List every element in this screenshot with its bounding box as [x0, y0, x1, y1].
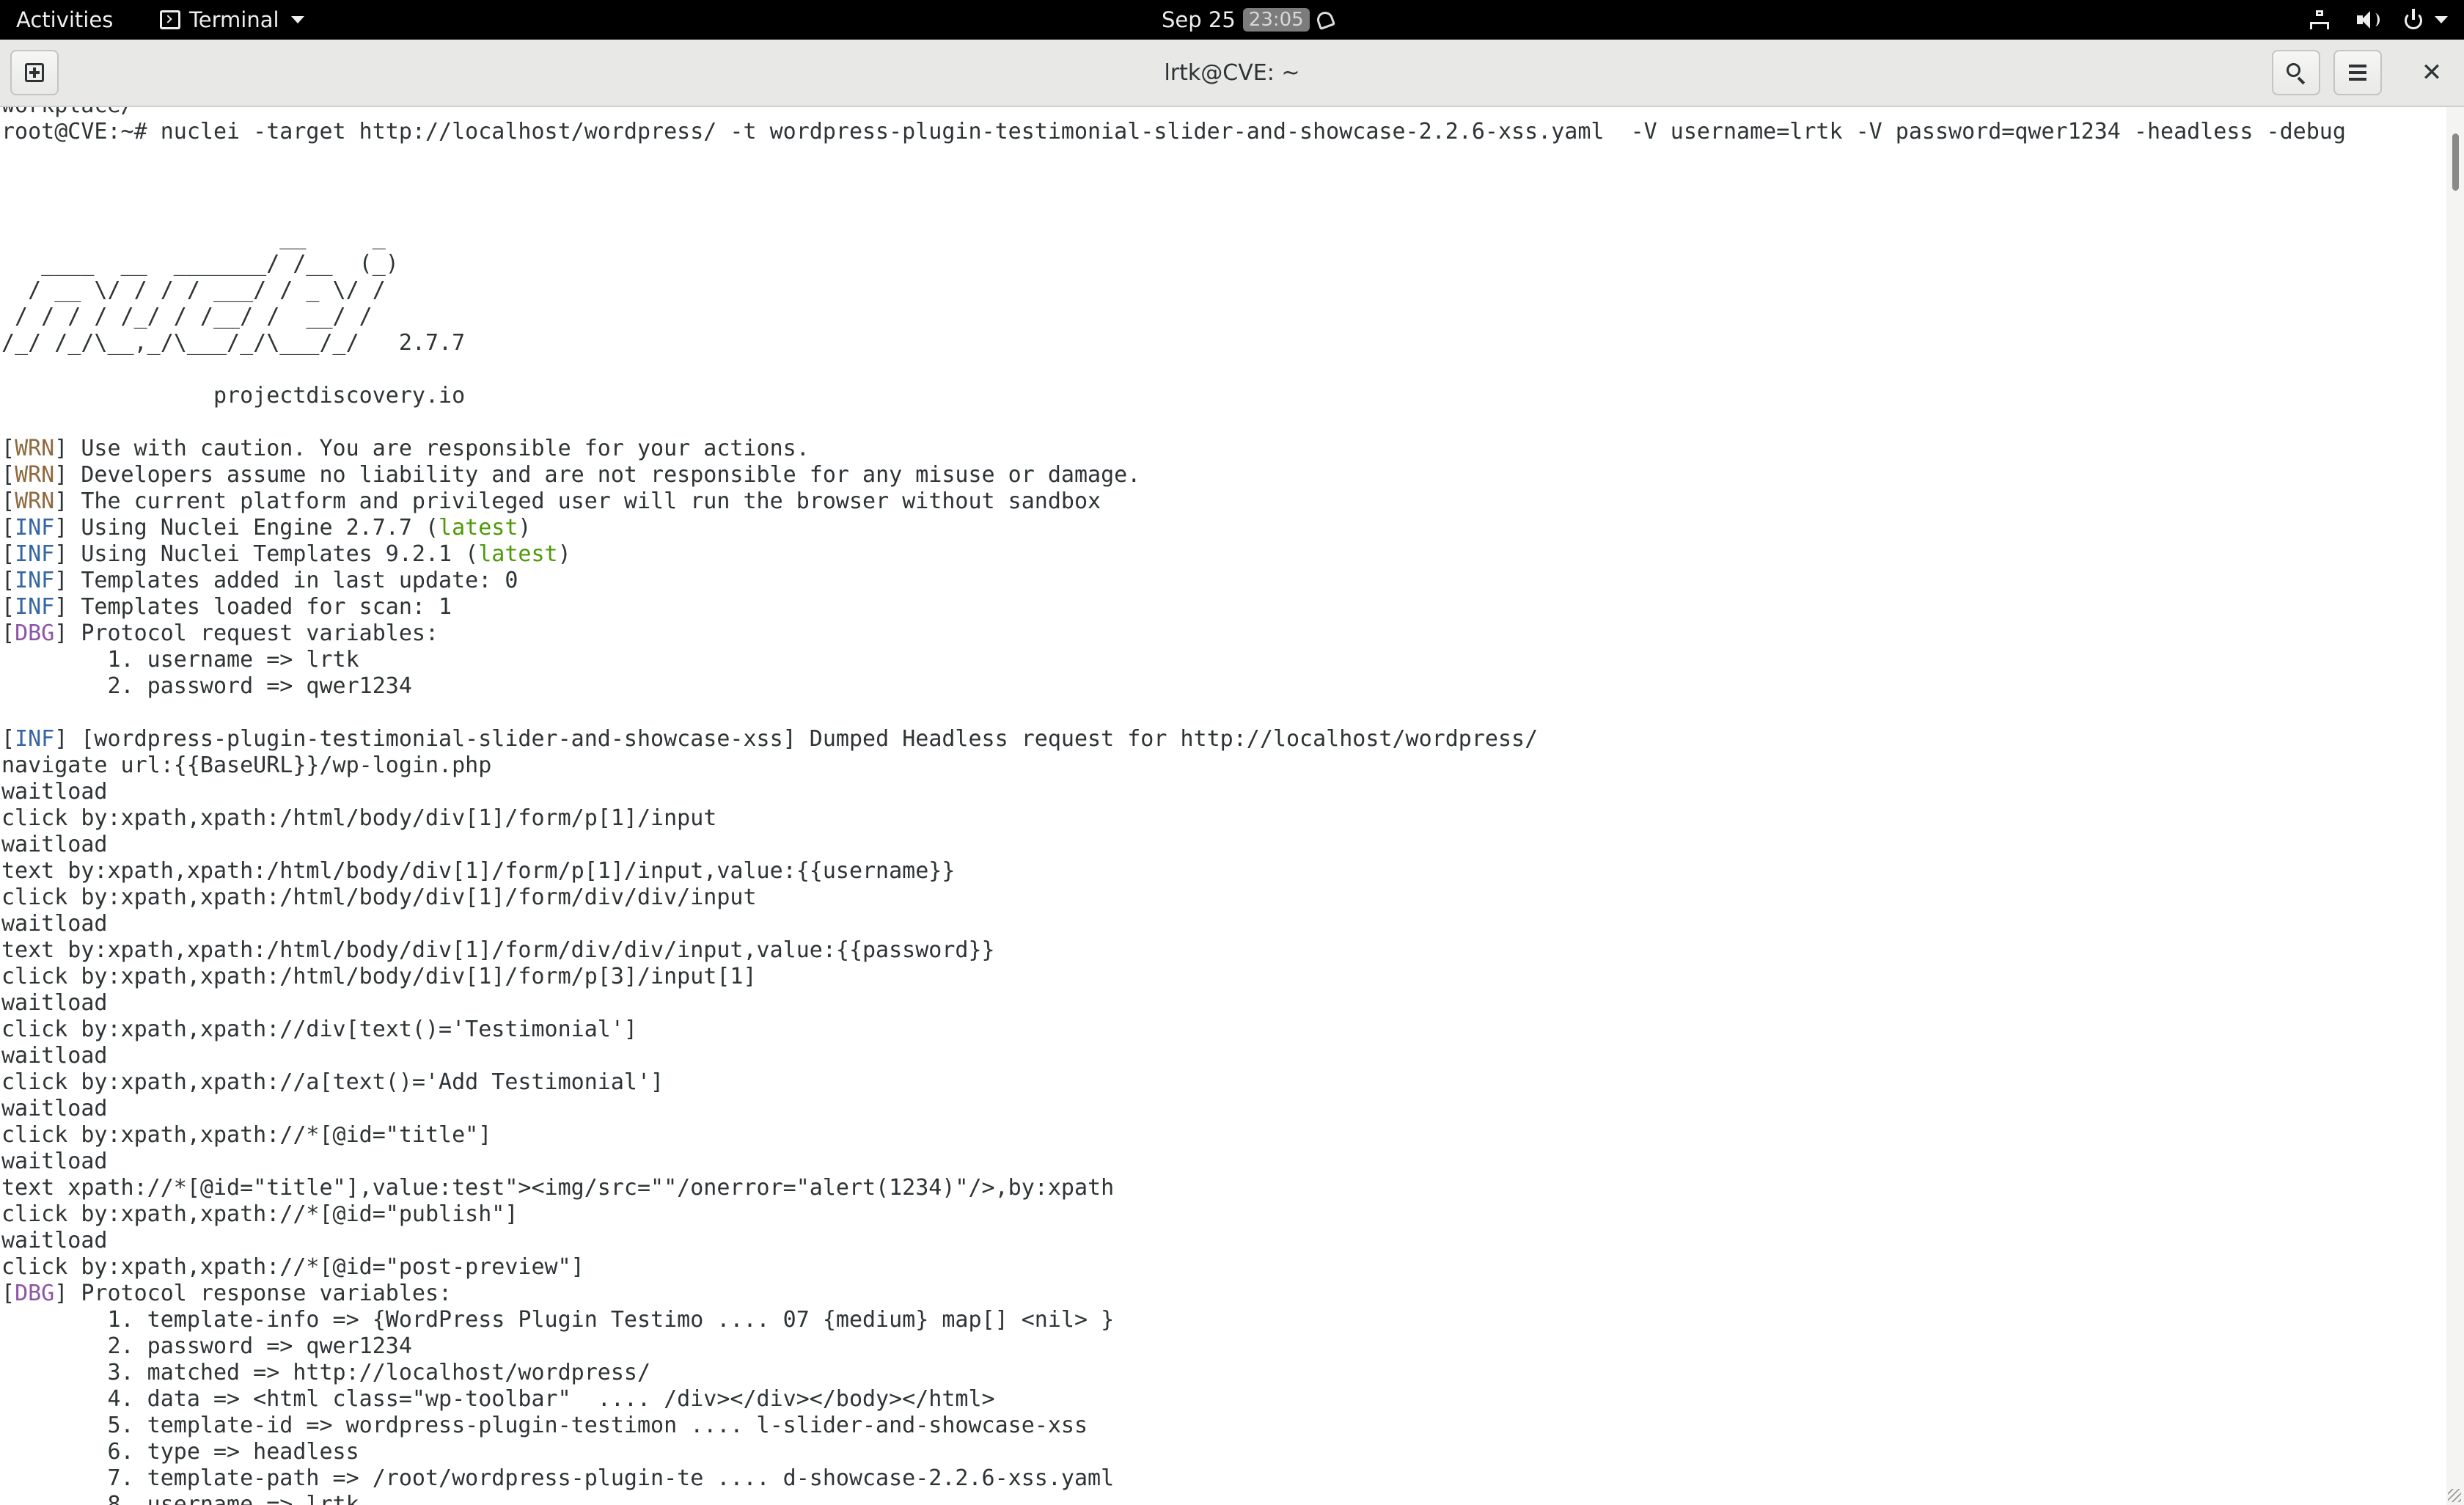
system-status-menu[interactable] — [2309, 0, 2448, 40]
version-status: latest — [439, 515, 518, 541]
command-line: root@CVE:~# nuclei -target http://localh… — [1, 119, 2346, 144]
log-level-tag: INF — [15, 726, 55, 752]
response-variable: 1. template-info => {WordPress Plugin Te… — [1, 1307, 1115, 1333]
log-line: [INF] Templates added in last update: 0 — [1, 568, 518, 593]
response-variable: 3. matched => http://localhost/wordpress… — [1, 1360, 651, 1385]
notification-bell-icon — [1314, 9, 1335, 31]
log-line: [WRN] Developers assume no liability and… — [1, 462, 1141, 488]
terminal-text: workplace/root@CVE:~# nuclei -target htt… — [1, 107, 2346, 1505]
new-tab-icon — [25, 63, 44, 82]
chevron-down-icon — [290, 16, 304, 23]
response-variable: 4. data => <html class="wp-toolbar" ....… — [1, 1386, 995, 1412]
banner-line: / __ \/ / / / ___/ / _ \/ / — [1, 277, 386, 303]
clock-date: Sep 25 — [1162, 7, 1236, 32]
banner-site: projectdiscovery.io — [1, 383, 466, 409]
log-line: [WRN] The current platform and privilege… — [1, 488, 1101, 514]
terminal-headerbar: lrtk@CVE: ~ ✕ — [0, 40, 2464, 107]
banner-line: __ _ — [1, 224, 386, 250]
menu-button[interactable] — [2333, 50, 2382, 95]
headless-action: text xpath://*[@id="title"],value:test">… — [1, 1175, 1115, 1201]
log-line: [DBG] Protocol request variables: — [1, 620, 439, 646]
log-level-tag: WRN — [15, 488, 55, 514]
headless-action: click by:xpath,xpath:/html/body/div[1]/f… — [1, 885, 757, 910]
app-menu-button[interactable]: Terminal — [160, 0, 304, 40]
log-level-tag: INF — [15, 515, 55, 541]
log-level-tag: INF — [15, 594, 55, 620]
headless-action: waitload — [1, 1149, 108, 1174]
headless-action: waitload — [1, 1043, 108, 1069]
headless-action: waitload — [1, 1096, 108, 1121]
chevron-down-icon — [2435, 16, 2448, 23]
log-level-tag: DBG — [15, 620, 55, 646]
terminal-output[interactable]: workplace/root@CVE:~# nuclei -target htt… — [0, 107, 2446, 1505]
headless-action: click by:xpath,xpath://*[@id="post-previ… — [1, 1254, 584, 1280]
log-level-tag: WRN — [15, 436, 55, 461]
log-level-tag: INF — [15, 541, 55, 567]
response-variable: 5. template-id => wordpress-plugin-testi… — [1, 1413, 1088, 1438]
log-line: [INF] Templates loaded for scan: 1 — [1, 594, 452, 620]
scrollbar-thumb[interactable] — [2452, 133, 2459, 191]
headless-action: waitload — [1, 832, 108, 857]
log-level-tag: INF — [15, 568, 55, 593]
search-button[interactable] — [2272, 50, 2320, 95]
headless-action: click by:xpath,xpath://*[@id="publish"] — [1, 1201, 518, 1227]
log-line: [WRN] Use with caution. You are responsi… — [1, 436, 810, 461]
response-variable: 7. template-path => /root/wordpress-plug… — [1, 1465, 1115, 1491]
search-icon — [2287, 63, 2306, 82]
banner-line: ____ __ _______/ /__ (_) — [1, 251, 399, 277]
network-icon — [2309, 9, 2331, 31]
headless-action: click by:xpath,xpath://*[@id="title"] — [1, 1122, 492, 1148]
app-menu-label: Terminal — [189, 7, 279, 32]
response-variable: 6. type => headless — [1, 1439, 359, 1465]
terminal-icon — [160, 10, 180, 29]
activities-button[interactable]: Activities — [16, 0, 113, 40]
gnome-top-bar: Activities Terminal Sep 25 23:05 — [0, 0, 2464, 40]
log-line: [DBG] Protocol response variables: — [1, 1281, 452, 1306]
log-level-tag: DBG — [15, 1281, 55, 1306]
clock-time: 23:05 — [1242, 8, 1310, 32]
response-variable: 2. password => qwer1234 — [1, 1333, 412, 1359]
headless-action: click by:xpath,xpath:/html/body/div[1]/f… — [1, 964, 757, 989]
headless-action: click by:xpath,xpath:/html/body/div[1]/f… — [1, 805, 717, 831]
headless-action: waitload — [1, 1228, 108, 1253]
headless-action: navigate url:{{BaseURL}}/wp-login.php — [1, 752, 492, 778]
log-line: [INF] Using Nuclei Engine 2.7.7 (latest) — [1, 515, 532, 541]
banner-line: / / / / /_/ / /__/ / __/ / — [1, 304, 373, 329]
new-tab-button[interactable] — [10, 50, 59, 95]
close-button[interactable]: ✕ — [2411, 50, 2452, 95]
headless-action: waitload — [1, 990, 108, 1016]
terminal-line: workplace/ — [1, 107, 2346, 119]
volume-icon — [2355, 9, 2380, 31]
request-variable: 1. username => lrtk — [1, 647, 359, 673]
log-level-tag: WRN — [15, 462, 55, 488]
log-line: [INF] Using Nuclei Templates 9.2.1 (late… — [1, 541, 571, 567]
resize-grip-icon — [2448, 1489, 2461, 1502]
headless-action: text by:xpath,xpath:/html/body/div[1]/fo… — [1, 937, 995, 963]
headless-action: waitload — [1, 911, 108, 937]
headless-action: click by:xpath,xpath://a[text()='Add Tes… — [1, 1069, 664, 1095]
vertical-scrollbar[interactable] — [2446, 107, 2464, 1505]
log-line: [INF] [wordpress-plugin-testimonial-slid… — [1, 726, 1539, 752]
version-status: latest — [478, 541, 558, 567]
window-title: lrtk@CVE: ~ — [1164, 60, 1300, 86]
headless-action: text by:xpath,xpath:/html/body/div[1]/fo… — [1, 858, 956, 884]
close-icon: ✕ — [2421, 58, 2443, 87]
response-variable: 8. username => lrtk — [1, 1492, 359, 1505]
headless-action: waitload — [1, 779, 108, 805]
power-icon — [2402, 9, 2424, 31]
banner-line: /_/ /_/\__,_/\___/_/\___/_/ 2.7.7 — [1, 330, 466, 356]
request-variable: 2. password => qwer1234 — [1, 673, 412, 699]
hamburger-menu-icon — [2349, 65, 2366, 81]
clock-button[interactable]: Sep 25 23:05 — [1162, 0, 1335, 40]
headless-action: click by:xpath,xpath://div[text()='Testi… — [1, 1017, 637, 1042]
